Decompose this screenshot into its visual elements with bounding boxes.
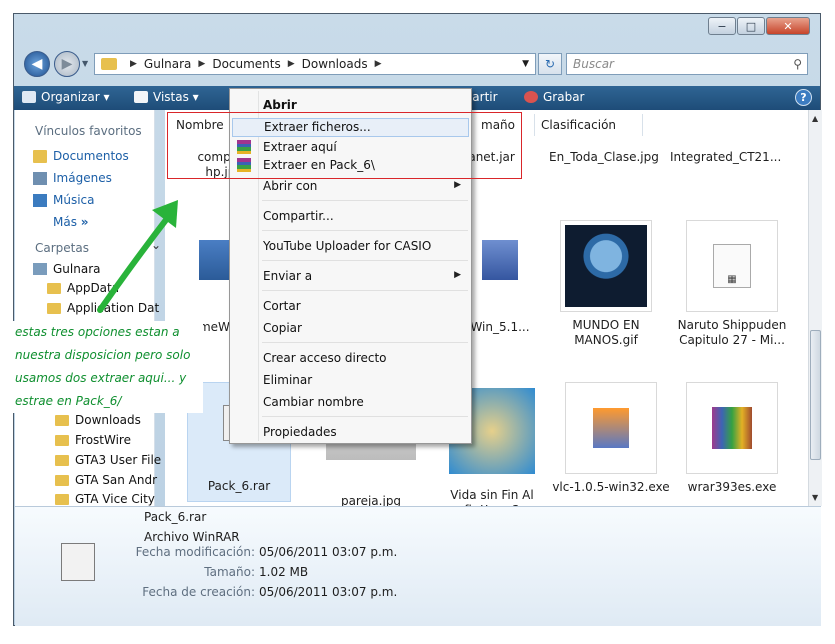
folder-icon (55, 454, 69, 466)
folder-icon (101, 58, 117, 70)
address-bar[interactable]: ▶ Gulnara ▶ Documents ▶ Downloads ▶ ▼ (94, 53, 536, 75)
menu-item-cut[interactable]: Cortar (263, 299, 301, 313)
menu-item-rename[interactable]: Cambiar nombre (263, 395, 364, 409)
minimize-button[interactable]: − (708, 17, 736, 35)
organize-button[interactable]: Organizar ▾ (22, 90, 110, 104)
winrar-installer-icon (712, 407, 752, 449)
tree-item-gta-san-andreas[interactable]: GTA San Andr (55, 473, 157, 487)
folder-icon (55, 474, 69, 486)
exe-thumbnail (686, 382, 778, 474)
annotation-line: usamos dos extraer aqui... y (15, 371, 187, 385)
views-icon (134, 91, 148, 103)
forward-button[interactable]: ▶ (54, 51, 80, 77)
annotation-note: estas tres opciones estan a nuestra disp… (13, 321, 203, 413)
folder-icon (33, 149, 47, 163)
views-button[interactable]: Vistas ▾ (134, 90, 199, 104)
address-dropdown-icon[interactable]: ▼ (522, 59, 529, 69)
file-item[interactable]: ▦ Naruto Shippuden Capitulo 27 - Mi... (672, 220, 792, 348)
file-item[interactable]: Integrated_CT21... (670, 150, 800, 165)
annotation-arrow-icon (97, 200, 178, 313)
scroll-down-icon[interactable]: ▼ (812, 493, 818, 502)
tree-item-downloads[interactable]: Downloads (55, 413, 141, 427)
installer-icon (482, 240, 518, 280)
menu-item-delete[interactable]: Eliminar (263, 373, 312, 387)
menu-item-open-with[interactable]: Abrir con (263, 179, 468, 193)
submenu-arrow-icon: ▶ (454, 180, 461, 190)
scroll-thumb[interactable] (810, 330, 821, 460)
close-button[interactable]: ✕ (766, 17, 810, 35)
menu-item-youtube-uploader[interactable]: YouTube Uploader for CASIO (263, 239, 431, 253)
help-icon[interactable]: ? (795, 89, 812, 106)
video-file-icon: ▦ (713, 244, 751, 288)
menu-separator (262, 230, 468, 231)
tree-item-gta-vice-city[interactable]: GTA Vice City (55, 492, 155, 506)
submenu-arrow-icon: ▶ (454, 270, 461, 280)
annotation-line: nuestra disposicion pero solo (15, 348, 191, 362)
exe-thumbnail (565, 382, 657, 474)
annotation-line: estas tres opciones estan a (15, 325, 180, 339)
tree-item-gta3[interactable]: GTA3 User File (55, 453, 161, 467)
menu-item-share[interactable]: Compartir... (263, 209, 334, 223)
highlight-box (167, 112, 522, 179)
burn-button[interactable]: Grabar (524, 90, 585, 104)
scroll-up-icon[interactable]: ▲ (812, 114, 818, 123)
breadcrumb-documents[interactable]: Documents (212, 57, 280, 71)
search-input[interactable]: Buscar ⚲ (566, 53, 808, 75)
back-button[interactable]: ◀ (24, 51, 50, 77)
burn-icon (524, 91, 538, 103)
menu-separator (262, 200, 468, 201)
menu-item-properties[interactable]: Propiedades (263, 425, 337, 439)
folder-icon (55, 414, 69, 426)
menu-separator (262, 260, 468, 261)
music-icon (33, 193, 47, 207)
video-thumbnail: ▦ (686, 220, 778, 312)
detail-file-type: Archivo WinRAR (144, 530, 240, 544)
detail-file-name: Pack_6.rar (144, 510, 207, 524)
file-item[interactable]: Win_5.1... (465, 220, 535, 335)
favorite-imagenes[interactable]: Imágenes (33, 171, 112, 185)
file-item[interactable]: vlc-1.0.5-win32.exe (551, 382, 671, 495)
maximize-button[interactable]: □ (737, 17, 765, 35)
details-pane: Pack_6.rar Archivo WinRAR Fecha modifica… (15, 506, 821, 626)
menu-separator (262, 342, 468, 343)
menu-item-create-shortcut[interactable]: Crear acceso directo (263, 351, 387, 365)
folder-icon (55, 493, 69, 505)
organize-icon (22, 91, 36, 103)
vlc-installer-icon (593, 408, 629, 448)
breadcrumb-downloads[interactable]: Downloads (302, 57, 368, 71)
address-row: ◀ ▶ ▼ ▶ Gulnara ▶ Documents ▶ Downloads ▶ ▼… (14, 46, 820, 77)
search-icon[interactable]: ⚲ (793, 57, 802, 71)
annotation-line: estrae en Pack_6/ (15, 394, 122, 408)
globe-image (565, 225, 647, 307)
user-folder-icon (33, 263, 47, 275)
file-item[interactable]: wrar393es.exe (672, 382, 792, 495)
image-thumbnail (560, 220, 652, 312)
favorite-documentos[interactable]: Documentos (33, 149, 129, 163)
title-bar: − □ ✕ (14, 14, 820, 44)
menu-item-copy[interactable]: Copiar (263, 321, 302, 335)
refresh-button[interactable]: ↻ (538, 53, 562, 75)
pictures-icon (33, 171, 47, 185)
history-dropdown-icon[interactable]: ▼ (82, 59, 88, 68)
folder-icon (55, 434, 69, 446)
menu-separator (262, 290, 468, 291)
vertical-scrollbar[interactable]: ▲ ▼ (808, 110, 822, 506)
favorites-header: Vínculos favoritos (35, 124, 142, 138)
column-rating[interactable]: Clasificación (535, 114, 643, 136)
window-controls: − □ ✕ (707, 17, 810, 35)
search-placeholder: Buscar (573, 57, 614, 71)
file-item[interactable]: En_Toda_Clase.jpg (549, 150, 669, 165)
file-item[interactable]: MUNDO EN MANOS.gif (550, 220, 662, 348)
menu-item-send-to[interactable]: Enviar a (263, 269, 312, 283)
folder-icon (47, 282, 61, 294)
folder-icon (47, 302, 61, 314)
menu-separator (262, 416, 468, 417)
menu-item-open[interactable]: Abrir (263, 98, 297, 112)
tree-item-frostwire[interactable]: FrostWire (55, 433, 131, 447)
breadcrumb-gulnara[interactable]: Gulnara (144, 57, 191, 71)
